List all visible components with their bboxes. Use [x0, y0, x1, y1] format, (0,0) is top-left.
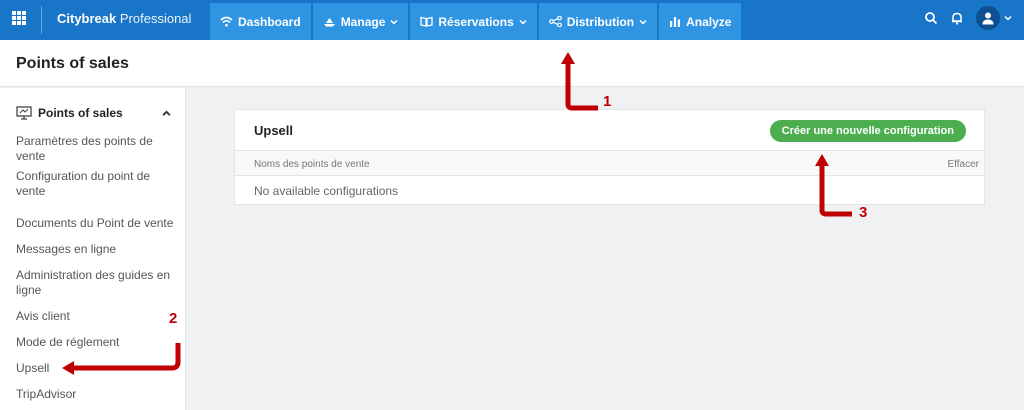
sidebar-item-mode-reglement[interactable]: Mode de réglement — [16, 335, 119, 350]
chevron-down-icon — [390, 19, 398, 25]
brand-suffix: Professional — [119, 11, 192, 26]
wifi-icon — [220, 16, 233, 27]
topbar-actions — [924, 6, 1012, 30]
sidebar-item-configuration[interactable]: Configuration du point de vente — [16, 169, 176, 199]
column-header-name: Noms des points de vente — [254, 159, 370, 170]
nav-distribution-label: Distribution — [566, 14, 635, 29]
sidebar-section-header[interactable]: Points of sales — [16, 106, 171, 120]
empty-state-text: No available configurations — [254, 184, 399, 198]
main-nav: Dashboard Manage Réservations Distributi… — [210, 3, 742, 40]
search-icon[interactable] — [924, 11, 938, 25]
user-icon — [982, 12, 994, 25]
share-icon — [548, 16, 562, 27]
nav-distribution[interactable]: Distribution — [538, 3, 658, 40]
avatar[interactable] — [976, 6, 1000, 30]
chevron-down-icon — [639, 19, 647, 25]
sidebar-item-documents[interactable]: Documents du Point de vente — [16, 216, 173, 231]
nav-dashboard[interactable]: Dashboard — [210, 3, 311, 40]
apps-grid-icon[interactable] — [12, 11, 26, 25]
upsell-card: Upsell Créer une nouvelle configuration … — [234, 109, 985, 205]
nav-reservations[interactable]: Réservations — [410, 3, 537, 40]
sidebar-item-upsell[interactable]: Upsell — [16, 361, 49, 376]
nav-analyze[interactable]: Analyze — [659, 3, 742, 40]
bell-icon[interactable] — [950, 11, 964, 25]
nav-manage-label: Manage — [340, 14, 386, 29]
brand-name: Citybreak — [57, 11, 117, 26]
point-of-sale-icon — [16, 106, 32, 120]
sidebar-item-parametres[interactable]: Paramètres des points de vente — [16, 134, 176, 164]
top-bar: Citybreak Professional Dashboard Manage … — [0, 0, 1024, 40]
book-icon — [420, 16, 434, 27]
nav-manage[interactable]: Manage — [312, 3, 409, 40]
annotation-number-3: 3 — [859, 204, 868, 221]
sidebar-item-messages[interactable]: Messages en ligne — [16, 242, 116, 257]
chevron-up-icon[interactable] — [162, 109, 171, 118]
annotation-number-1: 1 — [603, 93, 612, 110]
ship-icon — [323, 18, 335, 27]
sidebar-item-administration-guides[interactable]: Administration des guides en ligne — [16, 268, 176, 298]
app-brand[interactable]: Citybreak Professional — [57, 11, 191, 26]
column-header-delete: Effacer — [947, 159, 980, 170]
create-configuration-button[interactable]: Créer une nouvelle configuration — [769, 120, 966, 142]
topbar-divider — [41, 6, 42, 34]
annotation-number-2: 2 — [169, 310, 178, 327]
chevron-down-icon[interactable] — [1004, 14, 1012, 22]
nav-analyze-label: Analyze — [686, 14, 732, 29]
bar-chart-icon — [670, 17, 681, 27]
sidebar: Points of sales Paramètres des points de… — [0, 88, 186, 410]
nav-reservations-label: Réservations — [438, 14, 514, 29]
page-title: Points of sales — [16, 55, 129, 72]
sidebar-item-tripadvisor[interactable]: TripAdvisor — [16, 387, 76, 402]
page-header: Points of sales — [0, 40, 1024, 87]
sidebar-item-avis-client[interactable]: Avis client — [16, 309, 70, 324]
nav-dashboard-label: Dashboard — [238, 14, 301, 29]
sidebar-section-title: Points of sales — [38, 106, 123, 120]
card-title: Upsell — [254, 123, 294, 138]
chevron-down-icon — [519, 19, 527, 25]
table-header: Noms des points de vente Effacer — [235, 150, 984, 176]
